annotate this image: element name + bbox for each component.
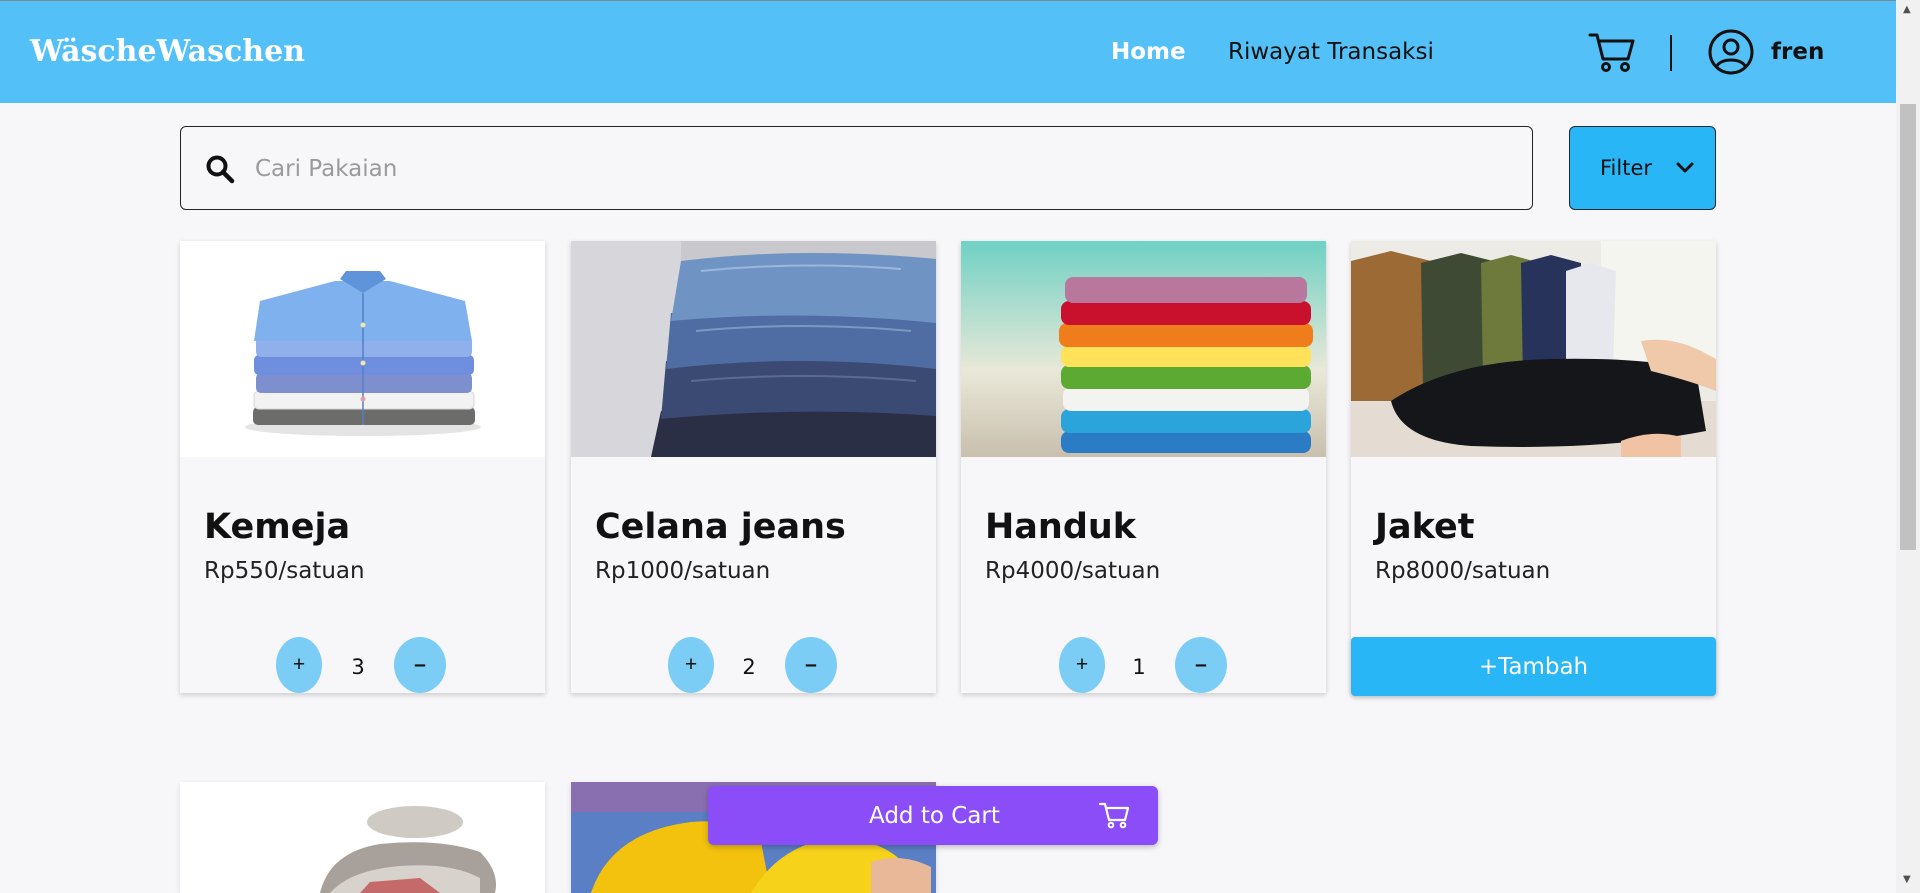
product-card-celana-jeans: Celana jeans Rp1000/satuan + 2 – [571,241,936,693]
filter-button[interactable]: Filter [1569,126,1716,210]
product-card-partial [180,782,545,893]
add-to-cart-button[interactable]: Add to Cart [708,786,1158,845]
quantity-increase-button[interactable]: + [1059,637,1105,693]
navbar: WäscheWaschen Home Riwayat Transaksi fre… [0,0,1896,103]
username[interactable]: fren [1771,39,1824,65]
product-price: Rp8000/satuan [1375,558,1551,584]
brand-logo[interactable]: WäscheWaschen [30,34,305,69]
quantity-increase-button[interactable]: + [668,637,714,693]
product-name: Kemeja [204,507,351,547]
product-name: Jaket [1375,507,1475,547]
product-price: Rp550/satuan [204,558,365,584]
product-name: Handuk [985,507,1137,547]
scroll-down-arrow-icon[interactable]: ▼ [1903,874,1911,885]
quantity-decrease-button[interactable]: – [394,637,446,693]
chevron-down-icon [1676,162,1694,173]
nav-link-riwayat-transaksi[interactable]: Riwayat Transaksi [1228,39,1434,65]
quantity-value: 1 [1132,655,1146,679]
nav-link-home[interactable]: Home [1111,39,1186,65]
product-image-celana-jeans [571,241,936,457]
quantity-value: 3 [351,655,365,679]
nav-divider [1670,35,1672,71]
search-input[interactable] [255,147,1495,191]
cart-icon [1098,802,1130,829]
quantity-decrease-button[interactable]: – [1175,637,1227,693]
product-image-pillows [180,782,545,893]
product-image-kemeja [180,241,545,457]
add-item-button[interactable]: +Tambah [1351,637,1716,696]
cart-icon[interactable] [1588,29,1636,75]
add-to-cart-label: Add to Cart [869,803,1000,829]
product-image-jaket [1351,241,1716,457]
search-bar [180,126,1533,210]
search-icon [206,155,235,184]
product-card-handuk: Handuk Rp4000/satuan + 1 – [961,241,1326,693]
product-card-jaket: Jaket Rp8000/satuan +Tambah [1351,241,1716,696]
quantity-increase-button[interactable]: + [276,637,322,693]
scrollbar-thumb[interactable] [1900,104,1916,550]
product-card-kemeja: Kemeja Rp550/satuan + 3 – [180,241,545,693]
product-name: Celana jeans [595,507,846,547]
user-avatar-icon[interactable] [1707,28,1755,76]
filter-label: Filter [1600,156,1653,180]
page-scrollbar[interactable]: ▲ ▼ [1896,0,1920,893]
scroll-up-arrow-icon[interactable]: ▲ [1903,4,1911,15]
product-price: Rp4000/satuan [985,558,1161,584]
quantity-value: 2 [742,655,756,679]
quantity-decrease-button[interactable]: – [785,637,837,693]
product-price: Rp1000/satuan [595,558,771,584]
product-image-handuk [961,241,1326,457]
